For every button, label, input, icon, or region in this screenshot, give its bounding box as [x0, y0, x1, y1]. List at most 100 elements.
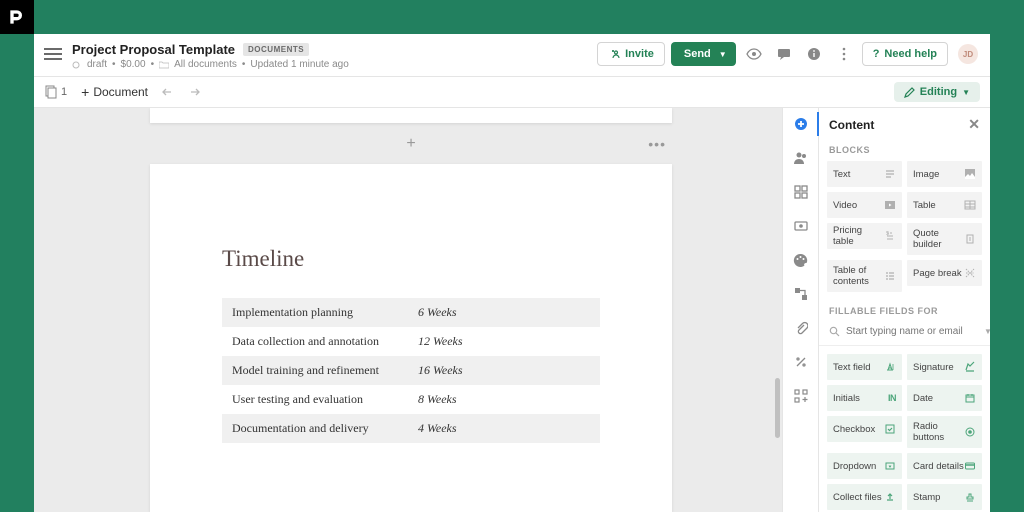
quote-icon [964, 233, 976, 245]
page-indicator[interactable]: 1 [44, 85, 67, 99]
table-row: Data collection and annotation12 Weeks [222, 327, 600, 356]
document-label: Document [93, 85, 148, 99]
recipient-search[interactable]: ▼ [819, 322, 990, 346]
field-text[interactable]: Text field [827, 354, 902, 380]
page-break-icon [964, 267, 976, 279]
radio-icon [964, 426, 976, 438]
insert-block-bar: + ••• [150, 132, 672, 156]
redo-icon[interactable] [186, 86, 200, 98]
document-type-badge: DOCUMENTS [243, 43, 309, 56]
chevron-down-icon: ▼ [719, 50, 727, 59]
initials-icon: IN [888, 393, 896, 403]
status-text: draft [87, 59, 107, 70]
location-text[interactable]: All documents [174, 59, 237, 70]
question-icon: ? [873, 48, 880, 60]
block-image[interactable]: Image [907, 161, 982, 187]
field-dropdown[interactable]: Dropdown [827, 453, 902, 479]
panel-title: Content [829, 118, 874, 132]
dropdown-icon [884, 460, 896, 472]
add-block-icon[interactable]: + [406, 135, 415, 153]
field-radio[interactable]: Radio buttons [907, 416, 982, 448]
updated-text: Updated 1 minute ago [250, 59, 348, 70]
send-label: Send [684, 48, 711, 60]
field-stamp[interactable]: Stamp [907, 484, 982, 510]
chevron-down-icon[interactable]: ▼ [984, 327, 990, 336]
card-icon [964, 460, 976, 472]
rail-variables-icon[interactable] [791, 182, 811, 202]
rail-recipients-icon[interactable] [791, 148, 811, 168]
block-toc[interactable]: Table of contents [827, 260, 902, 292]
document-canvas[interactable]: + ••• Timeline Implementation planning6 … [34, 108, 782, 512]
help-button[interactable]: ? Need help [862, 42, 948, 66]
text-icon [884, 168, 896, 180]
more-icon[interactable] [832, 42, 856, 66]
menu-icon[interactable] [44, 48, 62, 62]
rail-apps-icon[interactable] [791, 386, 811, 406]
block-table[interactable]: Table [907, 192, 982, 218]
rail-workflow-icon[interactable] [791, 284, 811, 304]
user-avatar[interactable]: JD [958, 44, 978, 64]
comment-icon[interactable] [772, 42, 796, 66]
side-rail [782, 108, 818, 512]
field-collect-files[interactable]: Collect files [827, 484, 902, 510]
info-icon[interactable] [802, 42, 826, 66]
field-card[interactable]: Card details [907, 453, 982, 479]
field-checkbox[interactable]: Checkbox [827, 416, 902, 442]
svg-text:$: $ [886, 231, 889, 237]
invite-label: Invite [625, 48, 654, 60]
document-toolbar: 1 + Document Editing ▼ [34, 77, 990, 108]
signature-icon [964, 361, 976, 373]
editing-label: Editing [920, 86, 957, 98]
block-text[interactable]: Text [827, 161, 902, 187]
scrollbar[interactable] [775, 378, 780, 438]
table-row: User testing and evaluation8 Weeks [222, 385, 600, 414]
editing-mode-button[interactable]: Editing ▼ [894, 82, 980, 102]
previous-page-edge [150, 108, 672, 123]
rail-pricing-icon[interactable] [791, 216, 811, 236]
add-document-button[interactable]: + Document [75, 81, 154, 103]
field-signature[interactable]: Signature [907, 354, 982, 380]
table-icon [964, 199, 976, 211]
block-video[interactable]: Video [827, 192, 902, 218]
page-count: 1 [61, 86, 67, 98]
folder-icon [159, 60, 169, 70]
upload-icon [884, 491, 896, 503]
content-panel: Content ✕ BLOCKS Text Image Video Table … [818, 108, 990, 512]
pricing-icon: $ [884, 230, 896, 242]
table-row: Implementation planning6 Weeks [222, 298, 600, 327]
block-page-break[interactable]: Page break [907, 260, 982, 286]
table-row: Documentation and delivery4 Weeks [222, 414, 600, 443]
calendar-icon [964, 392, 976, 404]
page-heading[interactable]: Timeline [222, 246, 600, 272]
image-icon [964, 168, 976, 180]
timeline-table[interactable]: Implementation planning6 Weeks Data coll… [222, 298, 600, 443]
block-pricing-table[interactable]: Pricing table$ [827, 223, 902, 249]
field-date[interactable]: Date [907, 385, 982, 411]
document-page: Timeline Implementation planning6 Weeks … [150, 164, 672, 512]
fillable-section-label: FILLABLE FIELDS FOR [819, 302, 990, 322]
undo-icon[interactable] [162, 86, 176, 98]
block-quote-builder[interactable]: Quote builder [907, 223, 982, 255]
rail-discount-icon[interactable] [791, 352, 811, 372]
blocks-section-label: BLOCKS [819, 141, 990, 161]
stamp-icon [964, 491, 976, 503]
invite-button[interactable]: Invite [597, 42, 665, 66]
text-field-icon [884, 361, 896, 373]
table-row: Model training and refinement16 Weeks [222, 356, 600, 385]
rail-content-icon[interactable] [791, 114, 811, 134]
brand-logo [0, 0, 34, 34]
preview-icon[interactable] [742, 42, 766, 66]
send-button[interactable]: Send ▼ [671, 42, 736, 66]
search-input[interactable] [846, 326, 978, 337]
add-person-icon [608, 48, 620, 60]
video-icon [884, 199, 896, 211]
chevron-down-icon: ▼ [962, 88, 970, 97]
block-options-icon[interactable]: ••• [648, 136, 666, 152]
toc-icon [884, 270, 896, 282]
rail-design-icon[interactable] [791, 250, 811, 270]
close-icon[interactable]: ✕ [968, 116, 980, 133]
document-title[interactable]: Project Proposal Template [72, 42, 235, 57]
amount-text: $0.00 [121, 59, 146, 70]
rail-attachment-icon[interactable] [791, 318, 811, 338]
field-initials[interactable]: InitialsIN [827, 385, 902, 411]
